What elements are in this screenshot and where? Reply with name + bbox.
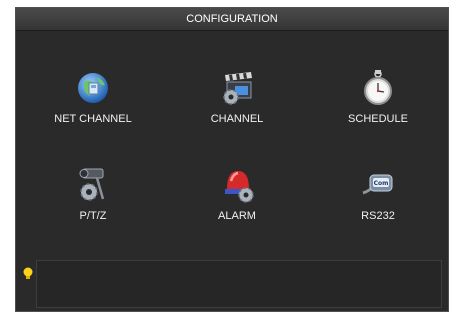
camera-gear-icon	[75, 167, 111, 203]
menu-item-channel[interactable]: CHANNEL	[182, 70, 292, 140]
net-channel-label: NET CHANNEL	[54, 113, 132, 125]
siren-gear-icon	[219, 167, 255, 203]
menu-item-schedule[interactable]: SCHEDULE	[323, 70, 433, 140]
stopwatch-icon	[360, 70, 396, 106]
ptz-label: P/T/Z	[79, 210, 107, 222]
tip-message-area	[36, 260, 442, 308]
menu-item-ptz[interactable]: P/T/Z	[38, 167, 148, 237]
configuration-window: CONFIGURATION NET CHANNEL CHANNEL SCHEDU…	[15, 7, 449, 312]
menu-item-net-channel[interactable]: NET CHANNEL	[38, 70, 148, 140]
menu-item-alarm[interactable]: ALARM	[182, 167, 292, 237]
channel-label: CHANNEL	[210, 113, 264, 125]
clapperboard-gear-icon	[219, 70, 255, 106]
alarm-label: ALARM	[218, 210, 256, 222]
menu-item-rs232[interactable]: Com RS232	[323, 167, 433, 237]
lightbulb-icon	[22, 267, 34, 281]
globe-network-icon	[75, 70, 111, 106]
rs232-label: RS232	[361, 210, 395, 222]
svg-text:Com: Com	[374, 180, 389, 187]
serial-port-icon: Com	[360, 167, 396, 203]
window-title: CONFIGURATION	[16, 8, 448, 31]
schedule-label: SCHEDULE	[348, 113, 408, 125]
